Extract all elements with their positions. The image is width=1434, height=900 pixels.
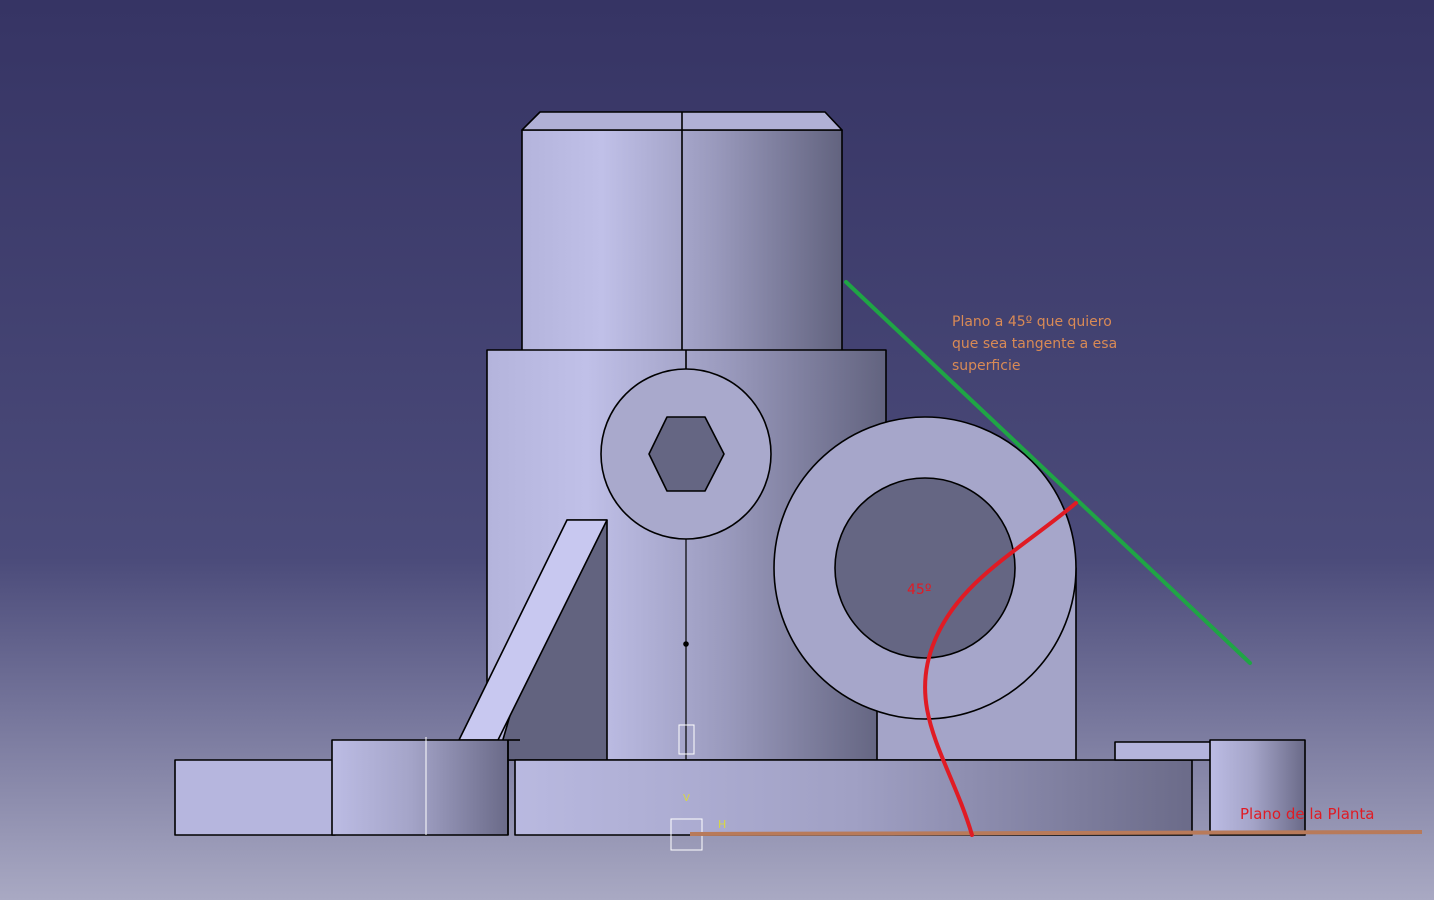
base-plate[interactable] (514, 759, 1193, 836)
axis-h-label: H (718, 818, 727, 831)
left-lug[interactable] (331, 739, 509, 836)
axis-point (683, 641, 689, 647)
angle-label: 45º (907, 582, 932, 598)
tangent-plane-note: Plano a 45º que quiero que sea tangente … (952, 311, 1152, 377)
3d-viewport[interactable] (0, 0, 1434, 900)
axis-v-label: V (683, 793, 690, 804)
tangent-plane-note-line-2: que sea tangente a esa (952, 336, 1118, 352)
left-flange[interactable] (174, 759, 336, 836)
floor-plane-label: Plano de la Planta (1240, 805, 1375, 823)
tangent-plane-note-line-3: superficie (952, 358, 1021, 374)
large-hole[interactable] (834, 477, 1016, 659)
tangent-plane-note-line-1: Plano a 45º que quiero (952, 314, 1112, 330)
floor-plane-line[interactable] (689, 830, 1423, 836)
right-lug-back[interactable] (1114, 741, 1216, 761)
